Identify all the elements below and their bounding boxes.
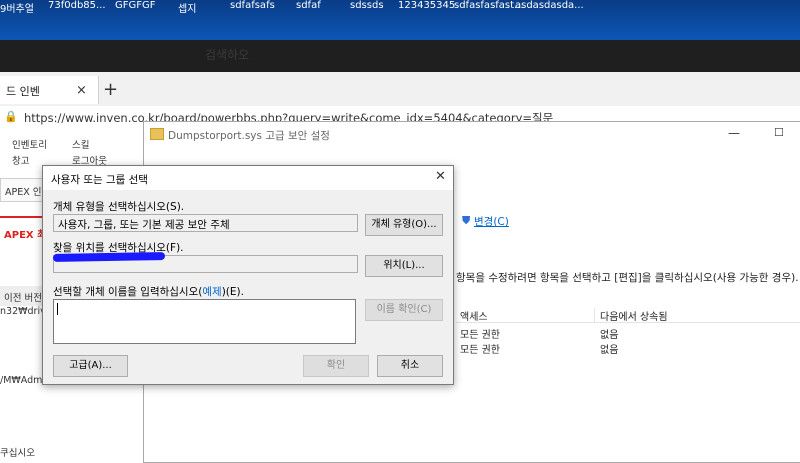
desktop-icon-label[interactable]: 셉지 (178, 0, 196, 15)
locations-button[interactable]: 위치(L)... (365, 255, 443, 277)
apex-banner-label: APEX 최 (4, 230, 47, 241)
redaction-mark (52, 252, 166, 262)
minimize-icon[interactable]: — (728, 126, 740, 140)
desktop-icon-label[interactable]: sdfafsafs (230, 0, 275, 11)
prev-version-tab[interactable]: 이전 버전 (0, 286, 42, 306)
desktop-icon-label[interactable]: sdfaf (296, 0, 321, 11)
nav-link[interactable]: 창고 (12, 153, 29, 167)
enter-object-label-prefix: 선택할 개체 이름을 입력하십시오( (53, 286, 203, 298)
object-types-button[interactable]: 개체 유형(O)... (365, 214, 443, 236)
window-titlebar[interactable]: Dumpstorport.sys 고급 보안 설정 — ☐ (144, 122, 800, 148)
apex-select-label: APEX 인 (5, 187, 42, 198)
desktop-icon-label[interactable]: asdasdasda... (515, 0, 584, 11)
prev-version-label: 이전 버전 (4, 293, 42, 304)
desktop-icon-label[interactable]: sdfasfasfast... (454, 0, 524, 11)
nav-link[interactable]: 인벤토리 (12, 137, 47, 151)
desktop-icon-label[interactable]: sdssds (350, 0, 384, 11)
table-cell[interactable]: 없음 (600, 341, 618, 356)
desktop-icon-label[interactable]: GFGFGF (115, 0, 156, 11)
object-type-value: 사용자, 그룹, 또는 기본 제공 보안 주체 (58, 219, 230, 231)
table-cell[interactable]: 없음 (600, 326, 618, 341)
change-owner-link[interactable]: 변경(C) (474, 214, 509, 229)
cancel-button[interactable]: 취소 (377, 355, 443, 377)
dialog-titlebar[interactable]: 사용자 또는 그룹 선택 ✕ (43, 166, 453, 190)
search-hint: 검색하오 (205, 48, 250, 62)
shield-icon: ⛊ (462, 214, 471, 227)
folder-icon (150, 128, 164, 140)
table-cell[interactable]: 모든 권한 (460, 341, 500, 356)
advanced-button[interactable]: 고급(A)... (53, 355, 128, 377)
browser-tab-label: 드 인벤 (6, 85, 40, 98)
check-names-button[interactable]: 이름 확인(C) (365, 299, 443, 321)
tab-strip (0, 72, 800, 106)
object-names-input[interactable] (53, 299, 356, 344)
desktop-icon-label[interactable]: 123435345 (398, 0, 455, 11)
apex-banner: APEX 최 (0, 216, 46, 246)
permission-description: 항목을 수정하려면 항목을 선택하고 [편집]을 클릭하십시오(사용 가능한 경… (456, 272, 799, 284)
enter-object-label: 선택할 개체 이름을 입력하십시오(예제)(E). (53, 284, 244, 299)
window-title: Dumpstorport.sys 고급 보안 설정 (168, 130, 330, 142)
maximize-icon[interactable]: ☐ (774, 126, 784, 139)
column-header[interactable]: 다음에서 상속됨 (600, 308, 668, 323)
text-caret (57, 303, 58, 315)
desktop-icon-label[interactable]: 73f0db85... (48, 0, 106, 11)
table-cell[interactable]: 모든 권한 (460, 326, 500, 341)
header-divider (456, 322, 800, 323)
desktop-icon-label[interactable]: 9버추얼 (0, 0, 34, 15)
permission-table: 액세스 다음에서 상속됨 모든 권한 없음 모든 권한 없음 (456, 308, 800, 368)
enter-object-label-suffix: )(E). (221, 286, 244, 298)
tab-close-icon[interactable]: × (76, 83, 87, 98)
location-field (52, 252, 358, 273)
object-type-label: 개체 유형을 선택하십시오(S). (53, 201, 185, 213)
examples-link[interactable]: 예제 (202, 286, 221, 298)
path-text: /M₩Admi (0, 375, 46, 386)
dialog-title: 사용자 또는 그룹 선택 (51, 174, 148, 186)
close-icon[interactable]: ✕ (435, 169, 446, 184)
new-tab-icon[interactable]: + (103, 79, 118, 100)
select-user-dialog: 사용자 또는 그룹 선택 ✕ 개체 유형을 선택하십시오(S). 사용자, 그룹… (42, 165, 454, 385)
lock-icon: 🔒 (4, 110, 18, 123)
nav-link[interactable]: 스킬 (72, 137, 89, 151)
apex-select[interactable]: APEX 인 (0, 178, 44, 202)
desktop-background: 9버추얼 73f0db85... GFGFGF 셉지 sdfafsafs sdf… (0, 0, 800, 40)
column-separator (594, 308, 595, 322)
footer-text: 쿠십시오 (0, 448, 35, 459)
object-type-field: 사용자, 그룹, 또는 기본 제공 보안 주체 (53, 214, 358, 232)
ok-button[interactable]: 확인 (303, 355, 369, 377)
taskbar-overlay (0, 40, 800, 72)
column-header[interactable]: 액세스 (460, 308, 488, 323)
